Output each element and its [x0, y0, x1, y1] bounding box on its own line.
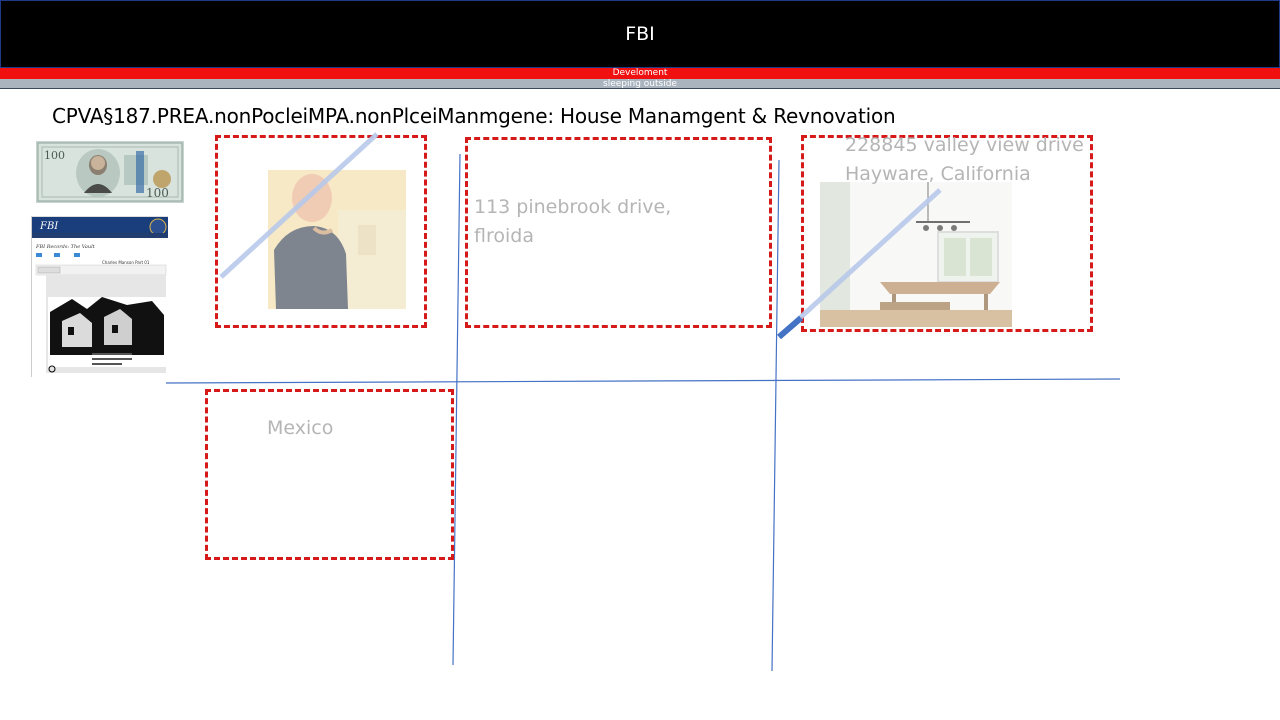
- banknote-denomination-bottom: 100: [146, 186, 169, 200]
- fbi-vault-screenshot[interactable]: FBI FBI Records: The Vault Charles Manso…: [31, 216, 168, 377]
- pinebrook-line2: flroida: [474, 225, 534, 247]
- pinebrook-line1: 113 pinebrook drive,: [474, 196, 672, 218]
- fbi-vault-page-title: FBI Records: The Vault: [35, 244, 96, 250]
- fbi-vault-banner-text: FBI: [39, 221, 59, 232]
- mexico-label: Mexico: [267, 417, 334, 439]
- fbi-vault-doc-title: Charles Manson Part 01: [102, 260, 150, 265]
- dining-room-photo[interactable]: [820, 182, 1012, 327]
- title-bar: FBI: [0, 0, 1280, 68]
- valley-view-line1: 228845 valley view drive: [845, 134, 1084, 156]
- pinebrook-address: 113 pinebrook drive, flroida: [474, 193, 671, 251]
- red-banner: Develoment: [0, 68, 1280, 79]
- valley-view-line2: Hayware, California: [845, 163, 1031, 185]
- gray-banner: sleeping outside: [0, 79, 1280, 89]
- title-text: FBI: [625, 23, 655, 45]
- page-heading: CPVA§187.PREA.nonPocleiMPA.nonPlceiManmg…: [52, 104, 896, 128]
- banknote-image[interactable]: 100 100: [36, 141, 184, 203]
- valley-view-address: 228845 valley view drive Hayware, Califo…: [845, 131, 1084, 189]
- red-banner-text: Develoment: [612, 68, 668, 78]
- person-photo[interactable]: [268, 170, 406, 309]
- banknote-denomination-top: 100: [44, 149, 65, 162]
- gray-banner-text: sleeping outside: [603, 79, 677, 89]
